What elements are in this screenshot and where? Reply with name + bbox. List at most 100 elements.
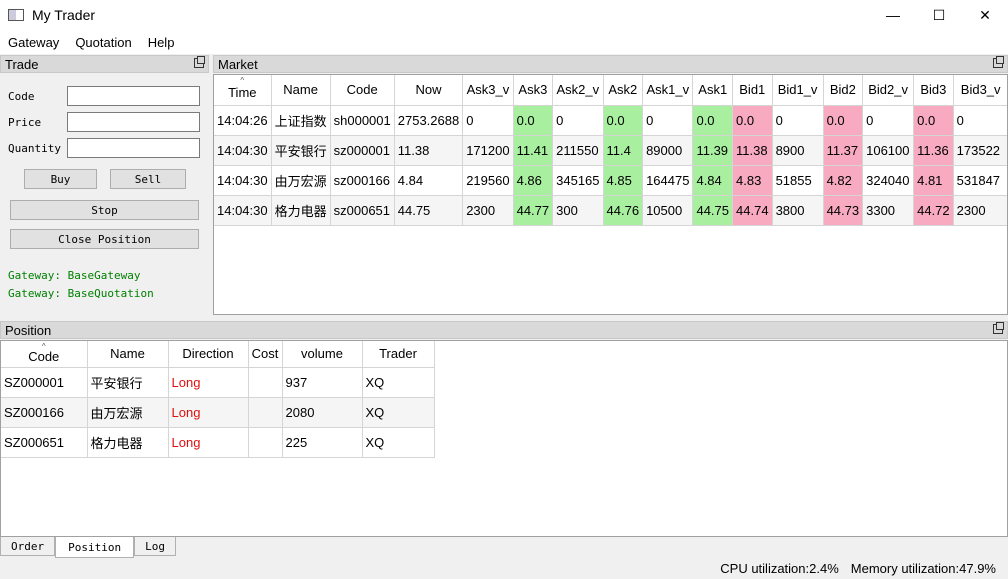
menu-quotation[interactable]: Quotation bbox=[67, 35, 139, 50]
position-cell[interactable]: XQ bbox=[362, 367, 435, 398]
position-cell[interactable]: Long bbox=[168, 367, 249, 398]
market-cell[interactable]: 44.73 bbox=[823, 195, 864, 226]
market-cell[interactable]: 3300 bbox=[862, 195, 915, 226]
market-cell[interactable]: 300 bbox=[552, 195, 604, 226]
market-row[interactable]: 14:04:30 格力电器 sz000651 44.75 2300 44.77 300 44.… bbox=[214, 195, 1007, 226]
market-cell[interactable]: 171200 bbox=[462, 135, 514, 166]
market-header-bid1[interactable]: Bid1 bbox=[732, 75, 773, 106]
market-row[interactable]: 14:04:26 上证指数 sh000001 2753.2688 0 0.0 0 0.0 0 0.… bbox=[214, 105, 1007, 136]
close-position-button[interactable]: Close Position bbox=[10, 229, 199, 249]
market-header-bid1-v[interactable]: Bid1_v bbox=[772, 75, 824, 106]
position-cell[interactable]: Long bbox=[168, 427, 249, 458]
market-cell[interactable]: 2300 bbox=[462, 195, 514, 226]
position-cell[interactable] bbox=[248, 427, 283, 458]
market-cell[interactable]: 164475 bbox=[642, 165, 694, 196]
market-cell[interactable]: 14:04:30 bbox=[214, 165, 272, 196]
market-cell[interactable]: 11.4 bbox=[603, 135, 644, 166]
market-cell[interactable]: 0 bbox=[862, 105, 915, 136]
position-row[interactable]: SZ000651 格力电器 Long 225 XQ bbox=[1, 427, 435, 458]
market-header-ask3-v[interactable]: Ask3_v bbox=[462, 75, 514, 106]
market-cell[interactable]: 0 bbox=[953, 105, 1007, 136]
market-cell[interactable]: 44.77 bbox=[513, 195, 554, 226]
market-header-bid3-v[interactable]: Bid3_v bbox=[953, 75, 1007, 106]
market-cell[interactable]: 3800 bbox=[772, 195, 824, 226]
tab-log[interactable]: Log bbox=[134, 537, 176, 556]
market-cell[interactable]: 0.0 bbox=[913, 105, 954, 136]
market-cell[interactable]: 8900 bbox=[772, 135, 824, 166]
market-cell[interactable]: 0.0 bbox=[513, 105, 554, 136]
position-cell[interactable]: SZ000166 bbox=[1, 397, 88, 428]
market-cell[interactable]: 89000 bbox=[642, 135, 694, 166]
position-cell[interactable]: 平安银行 bbox=[87, 367, 169, 398]
position-header-name[interactable]: Name bbox=[87, 341, 169, 368]
market-cell[interactable]: 2753.2688 bbox=[394, 105, 464, 136]
market-cell[interactable]: 0 bbox=[642, 105, 694, 136]
market-cell[interactable]: 345165 bbox=[552, 165, 604, 196]
market-cell[interactable]: 173522 bbox=[953, 135, 1007, 166]
market-cell[interactable]: 11.38 bbox=[394, 135, 464, 166]
market-cell[interactable]: 4.81 bbox=[913, 165, 954, 196]
market-cell[interactable]: 11.39 bbox=[692, 135, 734, 166]
market-cell[interactable]: 11.41 bbox=[513, 135, 554, 166]
market-cell[interactable]: 44.75 bbox=[692, 195, 734, 226]
position-cell[interactable]: 2080 bbox=[282, 397, 363, 428]
market-cell[interactable]: 11.36 bbox=[913, 135, 954, 166]
maximize-button[interactable]: ☐ bbox=[916, 0, 962, 30]
market-cell[interactable]: 324040 bbox=[862, 165, 915, 196]
market-header-ask2-v[interactable]: Ask2_v bbox=[552, 75, 604, 106]
market-cell[interactable]: 44.75 bbox=[394, 195, 464, 226]
position-cell[interactable]: Long bbox=[168, 397, 249, 428]
market-cell[interactable]: sh000001 bbox=[330, 105, 395, 136]
market-cell[interactable]: 531847 bbox=[953, 165, 1007, 196]
market-header-now[interactable]: Now bbox=[394, 75, 464, 106]
market-cell[interactable]: 10500 bbox=[642, 195, 694, 226]
market-cell[interactable]: 11.37 bbox=[823, 135, 864, 166]
market-cell[interactable]: 51855 bbox=[772, 165, 824, 196]
menu-help[interactable]: Help bbox=[140, 35, 183, 50]
market-cell[interactable]: 0 bbox=[552, 105, 604, 136]
market-cell[interactable]: sz000001 bbox=[330, 135, 395, 166]
market-header-ask3[interactable]: Ask3 bbox=[513, 75, 554, 106]
quantity-input[interactable] bbox=[67, 138, 200, 158]
market-row[interactable]: 14:04:30 由万宏源 sz000166 4.84 219560 4.86 345165… bbox=[214, 165, 1007, 196]
position-header-trader[interactable]: Trader bbox=[362, 341, 435, 368]
position-row[interactable]: SZ000166 由万宏源 Long 2080 XQ bbox=[1, 397, 435, 428]
position-cell[interactable]: XQ bbox=[362, 427, 435, 458]
menu-gateway[interactable]: Gateway bbox=[0, 35, 67, 50]
market-header-bid3[interactable]: Bid3 bbox=[913, 75, 954, 106]
market-cell[interactable]: 0.0 bbox=[823, 105, 864, 136]
position-cell[interactable]: SZ000001 bbox=[1, 367, 88, 398]
market-cell[interactable]: 4.84 bbox=[692, 165, 734, 196]
market-cell[interactable]: 4.85 bbox=[603, 165, 644, 196]
market-header-ask1[interactable]: Ask1 bbox=[692, 75, 734, 106]
position-header-volume[interactable]: volume bbox=[282, 341, 363, 368]
minimize-button[interactable]: — bbox=[870, 0, 916, 30]
position-cell[interactable]: SZ000651 bbox=[1, 427, 88, 458]
tab-position[interactable]: Position bbox=[55, 537, 135, 558]
market-cell[interactable]: 0 bbox=[772, 105, 824, 136]
market-cell[interactable]: 0.0 bbox=[692, 105, 734, 136]
float-icon[interactable] bbox=[194, 56, 205, 68]
float-icon[interactable] bbox=[993, 56, 1004, 68]
market-cell[interactable]: 14:04:30 bbox=[214, 135, 272, 166]
market-cell[interactable]: 格力电器 bbox=[271, 195, 331, 226]
position-row[interactable]: SZ000001 平安银行 Long 937 XQ bbox=[1, 367, 435, 398]
market-header-bid2-v[interactable]: Bid2_v bbox=[862, 75, 915, 106]
market-cell[interactable]: 4.86 bbox=[513, 165, 554, 196]
market-header-bid2[interactable]: Bid2 bbox=[823, 75, 864, 106]
market-cell[interactable]: 由万宏源 bbox=[271, 165, 331, 196]
market-header-ask1-v[interactable]: Ask1_v bbox=[642, 75, 694, 106]
market-row[interactable]: 14:04:30 平安银行 sz000001 11.38 171200 11.41 2115… bbox=[214, 135, 1007, 166]
market-cell[interactable]: 0.0 bbox=[732, 105, 773, 136]
market-cell[interactable]: 平安银行 bbox=[271, 135, 331, 166]
market-cell[interactable]: 上证指数 bbox=[271, 105, 331, 136]
float-icon[interactable] bbox=[993, 322, 1004, 334]
market-cell[interactable]: 4.84 bbox=[394, 165, 464, 196]
market-cell[interactable]: sz000651 bbox=[330, 195, 395, 226]
code-input[interactable] bbox=[67, 86, 200, 106]
market-cell[interactable]: 44.74 bbox=[732, 195, 773, 226]
position-cell[interactable]: 由万宏源 bbox=[87, 397, 169, 428]
market-cell[interactable]: 2300 bbox=[953, 195, 1007, 226]
market-header-name[interactable]: Name bbox=[271, 75, 331, 106]
position-cell[interactable]: XQ bbox=[362, 397, 435, 428]
